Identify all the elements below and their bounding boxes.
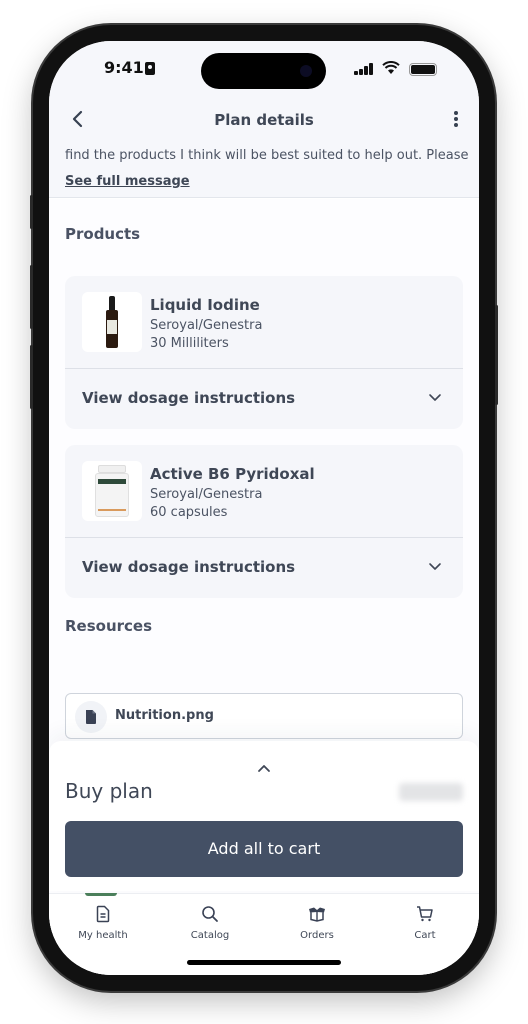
plan-price-redacted: [399, 783, 463, 801]
dropper-bottle-image: [106, 296, 118, 348]
home-indicator[interactable]: [187, 960, 341, 965]
add-all-to-cart-button[interactable]: Add all to cart: [65, 821, 463, 877]
resource-file-item[interactable]: Nutrition.png: [65, 693, 463, 739]
tab-cart[interactable]: Cart: [385, 894, 465, 950]
chevron-down-icon: [429, 563, 441, 570]
buy-plan-sheet: Buy plan Add all to cart: [49, 741, 479, 891]
status-time: 9:41: [104, 58, 144, 77]
tab-label: My health: [78, 930, 128, 941]
power-button: [495, 305, 498, 405]
dosage-instructions-toggle[interactable]: View dosage instructions: [65, 369, 463, 429]
supplement-jar-image: [95, 465, 129, 517]
chevron-up-icon[interactable]: [256, 763, 272, 773]
product-brand: Seroyal/Genestra: [150, 487, 263, 502]
camera-icon: [300, 65, 312, 77]
active-tab-indicator: [85, 893, 117, 896]
tab-my-health[interactable]: My health: [63, 893, 143, 950]
dynamic-island: [201, 53, 326, 89]
cellular-signal-icon: [354, 63, 374, 75]
chevron-down-icon: [429, 394, 441, 401]
products-section-title: Products: [65, 225, 141, 243]
cart-icon: [417, 906, 433, 922]
tab-label: Catalog: [190, 930, 230, 941]
status-bar: 9:41: [49, 41, 479, 99]
file-icon: [86, 710, 96, 724]
nav-header: Plan details: [49, 99, 479, 143]
tab-label: Cart: [414, 930, 436, 941]
product-card: Liquid Iodine Seroyal/Genestra 30 Millil…: [65, 276, 463, 429]
product-card: Active B6 Pyridoxal Seroyal/Genestra 60 …: [65, 445, 463, 598]
volume-down-button: [30, 345, 33, 409]
tab-label: Orders: [300, 930, 334, 941]
product-size: 60 capsules: [150, 505, 228, 520]
wifi-icon: [382, 61, 400, 74]
product-brand: Seroyal/Genestra: [150, 318, 263, 333]
bottom-tab-bar: My health Catalog Orders Cart: [49, 893, 479, 975]
product-size: 30 Milliliters: [150, 336, 229, 351]
battery-icon: [409, 63, 437, 76]
product-image[interactable]: [82, 461, 142, 521]
box-icon: [309, 907, 325, 922]
file-icon-badge: [75, 701, 107, 733]
dosage-label: View dosage instructions: [82, 558, 296, 576]
tab-orders[interactable]: Orders: [277, 894, 357, 950]
contact-card-icon: [145, 62, 155, 75]
product-name[interactable]: Active B6 Pyridoxal: [150, 465, 315, 483]
dosage-label: View dosage instructions: [82, 389, 296, 407]
document-icon: [96, 905, 110, 923]
phone-screen: 9:41 Plan details find the products I th…: [49, 41, 479, 975]
action-button: [30, 195, 33, 229]
dosage-instructions-toggle[interactable]: View dosage instructions: [65, 538, 463, 598]
search-icon: [202, 906, 218, 922]
product-name[interactable]: Liquid Iodine: [150, 296, 260, 314]
resources-section-title: Resources: [65, 617, 153, 635]
volume-up-button: [30, 265, 33, 329]
page-title: Plan details: [214, 111, 314, 129]
see-full-message-link[interactable]: See full message: [65, 174, 190, 189]
buy-plan-title: Buy plan: [65, 779, 153, 803]
more-options-icon[interactable]: [451, 109, 461, 131]
tab-catalog[interactable]: Catalog: [170, 894, 250, 950]
resource-file-name: Nutrition.png: [115, 708, 214, 723]
product-image[interactable]: [82, 292, 142, 352]
practitioner-message: find the products I think will be best s…: [49, 143, 479, 198]
message-text: find the products I think will be best s…: [65, 148, 469, 163]
